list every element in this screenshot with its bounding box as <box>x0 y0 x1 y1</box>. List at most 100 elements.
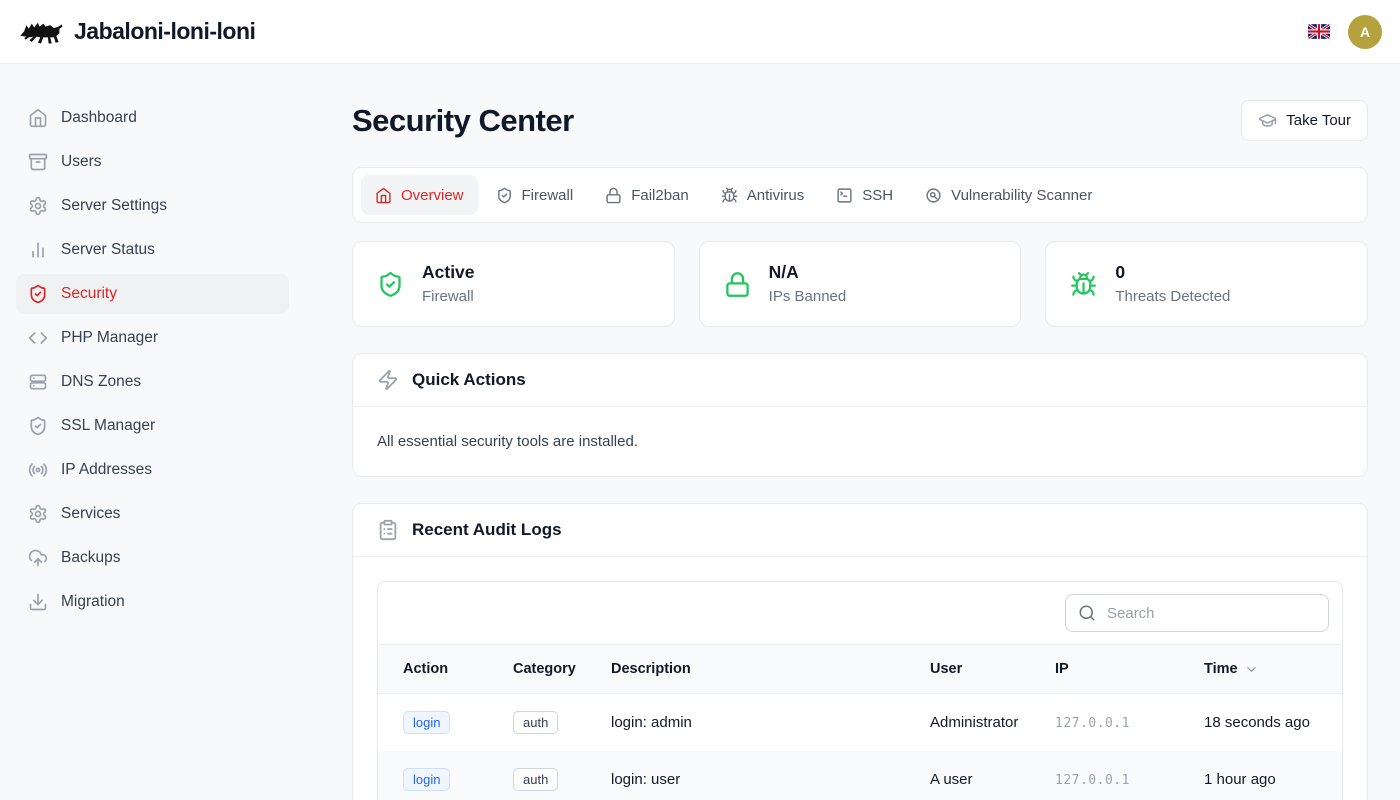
lock-icon <box>605 187 622 204</box>
description-cell: login: admin <box>603 694 922 752</box>
sidebar-item-security[interactable]: Security <box>16 274 289 314</box>
stat-value: Active <box>422 260 475 285</box>
radio-waves-icon <box>28 460 48 480</box>
sidebar-item-label: Services <box>61 505 120 523</box>
stat-card-firewall: Active Firewall <box>352 241 675 327</box>
main-content: Security Center Take Tour Overview <box>304 64 1400 800</box>
stat-label: Threats Detected <box>1115 286 1230 308</box>
sidebar-item-server-settings[interactable]: Server Settings <box>16 186 289 226</box>
column-header-user[interactable]: User <box>922 645 1047 694</box>
audit-table-container: Action Category Description User IP Time <box>377 581 1343 800</box>
time-cell: 1 hour ago <box>1196 751 1342 800</box>
top-bar: Jabaloni-loni-loni A <box>0 0 1400 64</box>
terminal-icon <box>836 187 853 204</box>
tab-label: Firewall <box>522 187 574 204</box>
user-avatar[interactable]: A <box>1348 15 1382 49</box>
sidebar-item-ip-addresses[interactable]: IP Addresses <box>16 450 289 490</box>
column-header-time[interactable]: Time <box>1196 645 1342 694</box>
cloud-upload-icon <box>28 548 48 568</box>
column-header-action[interactable]: Action <box>378 645 505 694</box>
tab-label: Fail2ban <box>631 187 689 204</box>
action-badge: login <box>403 711 450 735</box>
table-row[interactable]: login auth login: admin Administrator 12… <box>378 694 1342 752</box>
chevron-down-icon <box>1244 662 1259 677</box>
search-input[interactable] <box>1105 604 1316 623</box>
security-tabs: Overview Firewall Fail2ban <box>352 167 1368 223</box>
sidebar-item-label: Security <box>61 285 117 303</box>
sidebar-item-migration[interactable]: Migration <box>16 582 289 622</box>
sidebar-item-services[interactable]: Services <box>16 494 289 534</box>
ip-cell: 127.0.0.1 <box>1055 716 1130 731</box>
server-icon <box>28 372 48 392</box>
sidebar-item-users[interactable]: Users <box>16 142 289 182</box>
gear-icon <box>28 196 48 216</box>
download-icon <box>28 592 48 612</box>
sidebar-item-label: Server Status <box>61 241 155 259</box>
column-header-category[interactable]: Category <box>505 645 603 694</box>
shield-check-icon <box>496 187 513 204</box>
shield-check-icon <box>377 271 404 298</box>
search-box <box>1065 594 1329 632</box>
graduation-cap-icon <box>1258 111 1277 130</box>
tab-vulnerability-scanner[interactable]: Vulnerability Scanner <box>911 175 1106 215</box>
column-header-description[interactable]: Description <box>603 645 922 694</box>
take-tour-button[interactable]: Take Tour <box>1241 100 1368 141</box>
time-cell: 18 seconds ago <box>1196 694 1342 752</box>
code-icon <box>28 328 48 348</box>
category-badge: auth <box>513 711 558 735</box>
shield-check-icon <box>28 284 48 304</box>
sidebar-item-backups[interactable]: Backups <box>16 538 289 578</box>
sidebar-item-dns-zones[interactable]: DNS Zones <box>16 362 289 402</box>
audit-logs-card: Recent Audit Logs <box>352 503 1368 800</box>
gear-icon <box>28 504 48 524</box>
quick-actions-title: Quick Actions <box>412 370 526 390</box>
boar-logo-icon <box>18 16 64 48</box>
sidebar-item-label: Dashboard <box>61 109 137 127</box>
sidebar-item-php-manager[interactable]: PHP Manager <box>16 318 289 358</box>
sidebar-item-label: PHP Manager <box>61 329 158 347</box>
stat-label: Firewall <box>422 286 475 308</box>
sidebar-item-label: Backups <box>61 549 120 567</box>
tab-fail2ban[interactable]: Fail2ban <box>591 175 703 215</box>
lock-icon <box>724 271 751 298</box>
category-badge: auth <box>513 768 558 792</box>
bug-icon <box>721 187 738 204</box>
app-window: Jabaloni-loni-loni A <box>0 0 1400 800</box>
tab-label: Antivirus <box>747 187 805 204</box>
sidebar-item-ssl-manager[interactable]: SSL Manager <box>16 406 289 446</box>
tab-label: Vulnerability Scanner <box>951 187 1092 204</box>
sidebar-item-server-status[interactable]: Server Status <box>16 230 289 270</box>
page-title: Security Center <box>352 103 574 139</box>
action-badge: login <box>403 768 450 792</box>
bar-chart-icon <box>28 240 48 260</box>
ip-cell: 127.0.0.1 <box>1055 773 1130 788</box>
brand[interactable]: Jabaloni-loni-loni <box>18 16 255 48</box>
archive-icon <box>28 152 48 172</box>
stat-label: IPs Banned <box>769 286 847 308</box>
column-header-ip[interactable]: IP <box>1047 645 1196 694</box>
scan-search-icon <box>925 187 942 204</box>
table-header-row: Action Category Description User IP Time <box>378 645 1342 694</box>
tab-antivirus[interactable]: Antivirus <box>707 175 819 215</box>
sidebar-item-label: DNS Zones <box>61 373 141 391</box>
stat-card-threats: 0 Threats Detected <box>1045 241 1368 327</box>
tab-firewall[interactable]: Firewall <box>482 175 588 215</box>
table-row[interactable]: login auth login: user A user 127.0.0.1 … <box>378 751 1342 800</box>
sidebar-item-label: IP Addresses <box>61 461 152 479</box>
language-flag-icon[interactable] <box>1308 24 1330 39</box>
description-cell: login: user <box>603 751 922 800</box>
bug-icon <box>1070 271 1097 298</box>
sidebar-item-label: Users <box>61 153 101 171</box>
clipboard-icon <box>377 519 399 541</box>
tab-label: SSH <box>862 187 893 204</box>
stat-value: 0 <box>1115 260 1230 285</box>
sidebar-item-dashboard[interactable]: Dashboard <box>16 98 289 138</box>
search-icon <box>1078 604 1096 622</box>
quick-actions-card: Quick Actions All essential security too… <box>352 353 1368 477</box>
status-cards: Active Firewall N/A IPs Banned <box>352 241 1368 327</box>
sidebar: Dashboard Users Server Settings Server S… <box>0 64 304 800</box>
tab-overview[interactable]: Overview <box>361 175 478 215</box>
shield-check-icon <box>28 416 48 436</box>
tab-ssh[interactable]: SSH <box>822 175 907 215</box>
avatar-initial: A <box>1360 24 1370 40</box>
